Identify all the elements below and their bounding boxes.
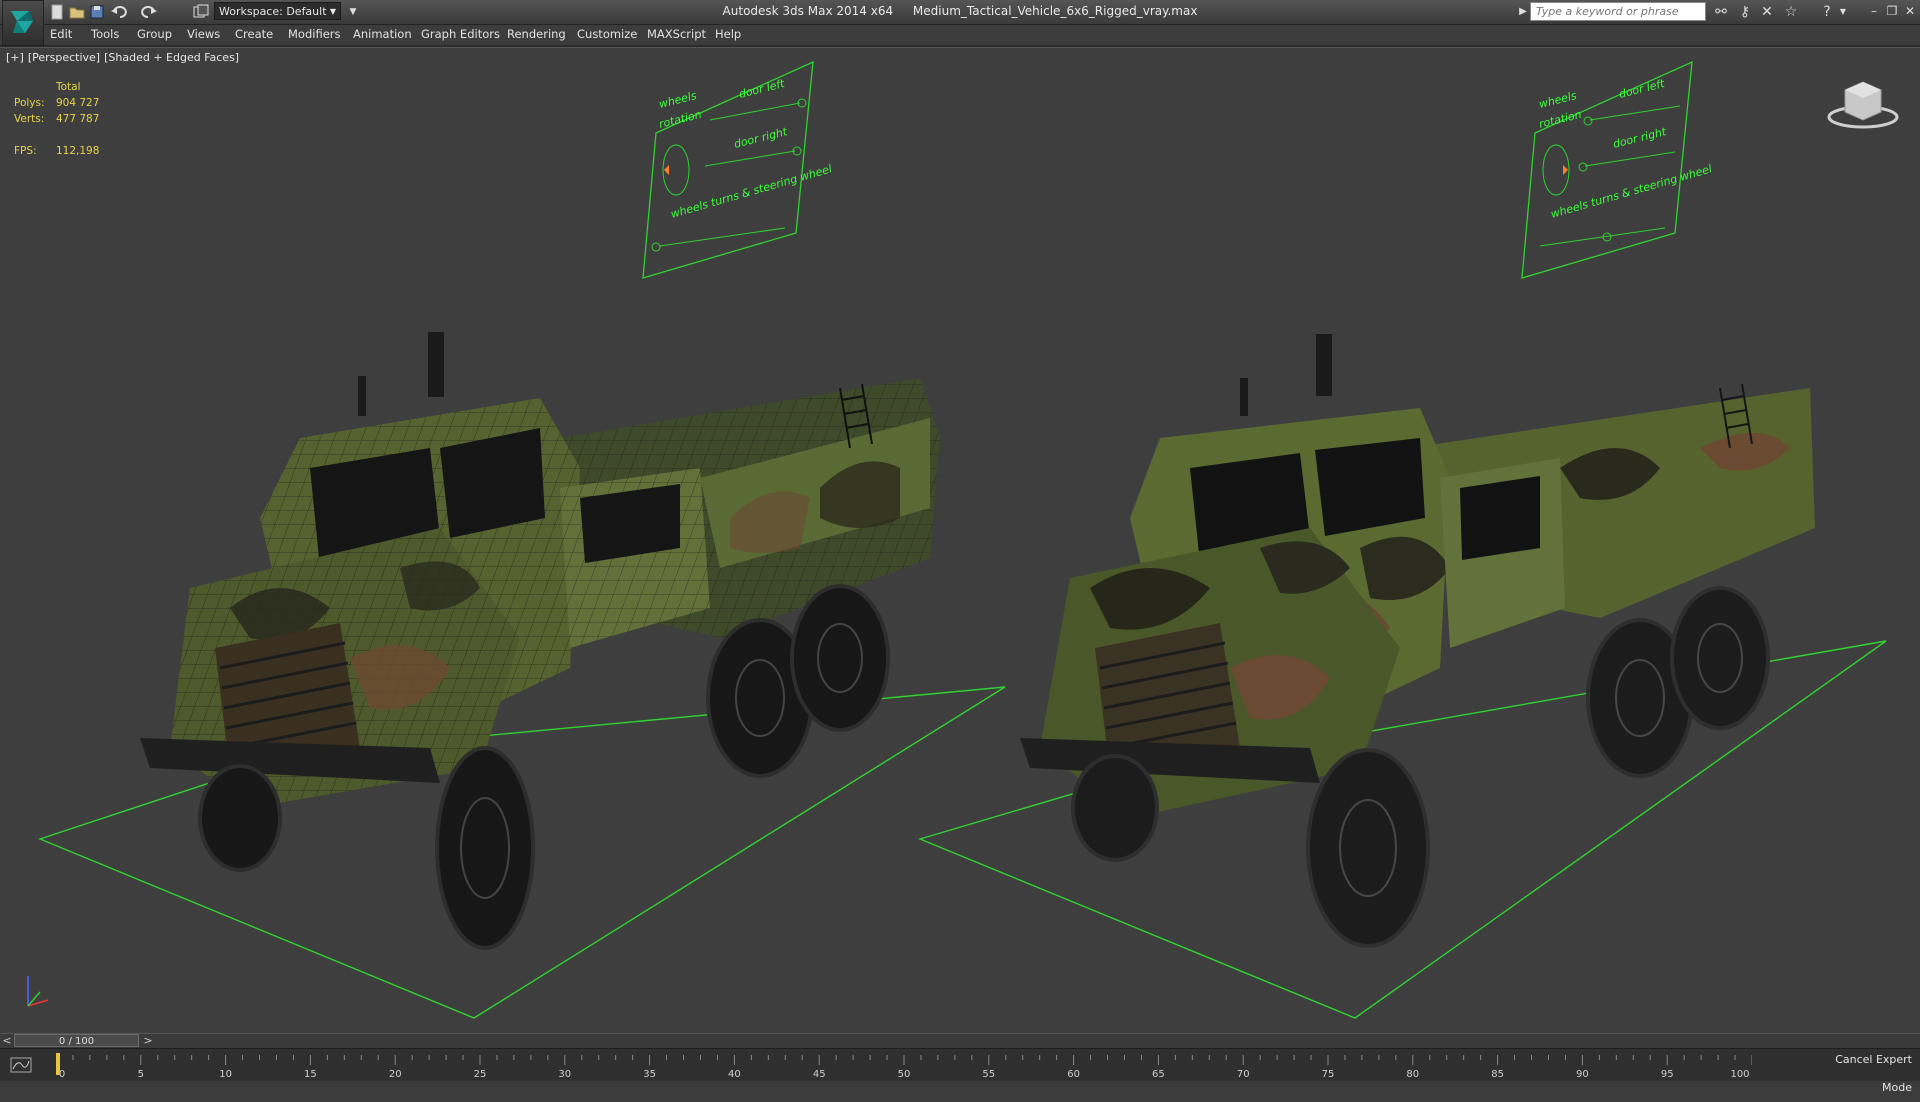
rig-label-wheels: wheels	[658, 89, 699, 111]
scene-render: wheels rotation door left door right whe…	[27, 60, 1899, 1019]
rig-label-wheels-turns-r: wheels turns & steering wheel	[1549, 162, 1713, 221]
rig-control-panel-right[interactable]: wheels rotation door left door right whe…	[1521, 60, 1713, 279]
timeline-tick-label: 60	[1067, 1069, 1080, 1080]
timeline-tick-label: 45	[813, 1069, 826, 1080]
time-slider[interactable]: < 0 / 100 >	[0, 1033, 1920, 1048]
timeline-ruler[interactable]: 0 5 10 15 20 25 30 35 40 45 50 55 60 65 70 75 80 85 90 95 10…	[56, 1053, 1752, 1081]
stats-polys-value: 904 727	[56, 97, 100, 109]
communication-center-icon[interactable]: ✕	[1758, 3, 1776, 21]
mini-curve-editor-icon[interactable]	[10, 1057, 32, 1073]
timeline-tick-label: 65	[1152, 1069, 1165, 1080]
timeline-tick-label: 5	[138, 1069, 144, 1080]
quick-access-dropdown-icon[interactable]: ▼	[344, 3, 362, 21]
menu-create[interactable]: Create	[235, 27, 273, 41]
cancel-expert-mode-button[interactable]: Cancel Expert Mode	[1802, 1046, 1912, 1094]
file-name: Medium_Tactical_Vehicle_6x6_Rigged_vray.…	[912, 4, 1198, 18]
viewport-shading-mode[interactable]: [Shaded + Edged Faces]	[104, 51, 239, 64]
timeline-tick-label: 100	[1730, 1069, 1749, 1080]
timeline-tick-label: 75	[1322, 1069, 1335, 1080]
time-slider-prev-button[interactable]: <	[0, 1034, 14, 1048]
time-slider-next-button[interactable]: >	[141, 1034, 155, 1048]
stats-polys-label: Polys:	[14, 97, 45, 109]
menu-group[interactable]: Group	[137, 27, 172, 41]
rig-label-door-left: door left	[738, 77, 787, 101]
favorites-star-icon[interactable]: ☆	[1782, 3, 1800, 21]
stats-verts-label: Verts:	[14, 113, 45, 125]
key-icon[interactable]: ⚷	[1736, 3, 1754, 21]
viewcube-icon[interactable]	[1827, 81, 1899, 129]
minimize-icon[interactable]: –	[1866, 2, 1882, 20]
timeline-tick-label: 25	[474, 1069, 487, 1080]
menu-rendering[interactable]: Rendering	[507, 27, 566, 41]
rig-control-panel-left[interactable]: wheels rotation door left door right whe…	[642, 60, 833, 279]
rig-label-rotation-r: rotation	[1538, 108, 1583, 131]
timeline-tick-label: 20	[389, 1069, 402, 1080]
current-frame-marker[interactable]	[56, 1053, 60, 1075]
close-icon[interactable]: ✕	[1902, 2, 1918, 20]
save-file-icon[interactable]	[88, 3, 106, 21]
chevron-down-icon: ▼	[329, 7, 336, 16]
stats-total-header: Total	[56, 81, 81, 93]
truck-wireframe[interactable]	[140, 332, 940, 950]
viewport-label[interactable]: [+] [Perspective] [Shaded + Edged Faces]	[6, 51, 243, 64]
menu-customize[interactable]: Customize	[577, 27, 637, 41]
workspace-dropdown[interactable]: Workspace: Default ▼	[214, 2, 341, 20]
timeline-tick-label: 55	[982, 1069, 995, 1080]
menu-modifiers[interactable]: Modifiers	[288, 27, 341, 41]
timeline-tick-label: 70	[1237, 1069, 1250, 1080]
menu-graph-editors[interactable]: Graph Editors	[421, 27, 500, 41]
time-slider-thumb[interactable]: 0 / 100	[14, 1034, 139, 1047]
menu-maxscript[interactable]: MAXScript	[647, 27, 706, 41]
application-button[interactable]	[2, 0, 44, 46]
timeline-tick-label: 95	[1661, 1069, 1674, 1080]
menu-views[interactable]: Views	[187, 27, 220, 41]
menu-tools[interactable]: Tools	[91, 27, 119, 41]
timeline-tick-label: 15	[304, 1069, 317, 1080]
viewport-menu-plus[interactable]: [+]	[6, 51, 24, 64]
timeline-tick-label: 30	[558, 1069, 571, 1080]
binoculars-icon[interactable]: ⚯	[1712, 3, 1730, 21]
timeline-tick-label: 10	[219, 1069, 232, 1080]
project-folder-icon[interactable]	[192, 3, 210, 21]
menu-help[interactable]: Help	[715, 27, 741, 41]
timeline-tick-label: 85	[1491, 1069, 1504, 1080]
track-bar[interactable]: 0 5 10 15 20 25 30 35 40 45 50 55 60 65 70 75 80 85 90 95 10…	[0, 1048, 1920, 1081]
redo-icon[interactable]	[140, 3, 158, 21]
title-bar: Workspace: Default ▼ ▼ Autodesk 3ds Max …	[0, 0, 1920, 46]
viewport-view-name[interactable]: [Perspective]	[28, 51, 100, 64]
undo-icon[interactable]	[110, 3, 128, 21]
rig-label-wheels-r: wheels	[1538, 89, 1579, 111]
timeline-tick-label: 90	[1576, 1069, 1589, 1080]
help-dropdown-icon[interactable]: ▼	[1834, 3, 1852, 21]
timeline-tick-label: 80	[1406, 1069, 1419, 1080]
stats-verts-value: 477 787	[56, 113, 100, 125]
rig-label-door-right: door right	[733, 125, 790, 151]
stats-fps-label: FPS:	[14, 145, 37, 157]
perspective-viewport[interactable]: wheels rotation door left door right whe…	[0, 47, 1920, 1048]
axis-tripod-icon	[27, 976, 49, 1007]
restore-icon[interactable]: ❐	[1884, 2, 1900, 20]
workspace-label: Workspace: Default	[219, 5, 327, 18]
timeline-tick-label: 50	[898, 1069, 911, 1080]
rig-label-door-left-r: door left	[1618, 77, 1667, 101]
rig-label-door-right-r: door right	[1612, 125, 1669, 151]
rig-label-wheels-turns: wheels turns & steering wheel	[669, 162, 833, 221]
open-file-icon[interactable]	[68, 3, 86, 21]
truck-shaded[interactable]	[1020, 334, 1815, 948]
menu-edit[interactable]: Edit	[50, 27, 72, 41]
3dsmax-logo-icon	[11, 11, 33, 33]
app-title: Autodesk 3ds Max 2014 x64	[722, 4, 894, 18]
search-input[interactable]	[1530, 2, 1706, 21]
new-file-icon[interactable]	[48, 3, 66, 21]
timeline-tick-label: 40	[728, 1069, 741, 1080]
menu-animation[interactable]: Animation	[353, 27, 412, 41]
rig-label-rotation: rotation	[658, 108, 703, 131]
stats-fps-value: 112,198	[56, 145, 100, 157]
timeline-tick-label: 35	[643, 1069, 656, 1080]
